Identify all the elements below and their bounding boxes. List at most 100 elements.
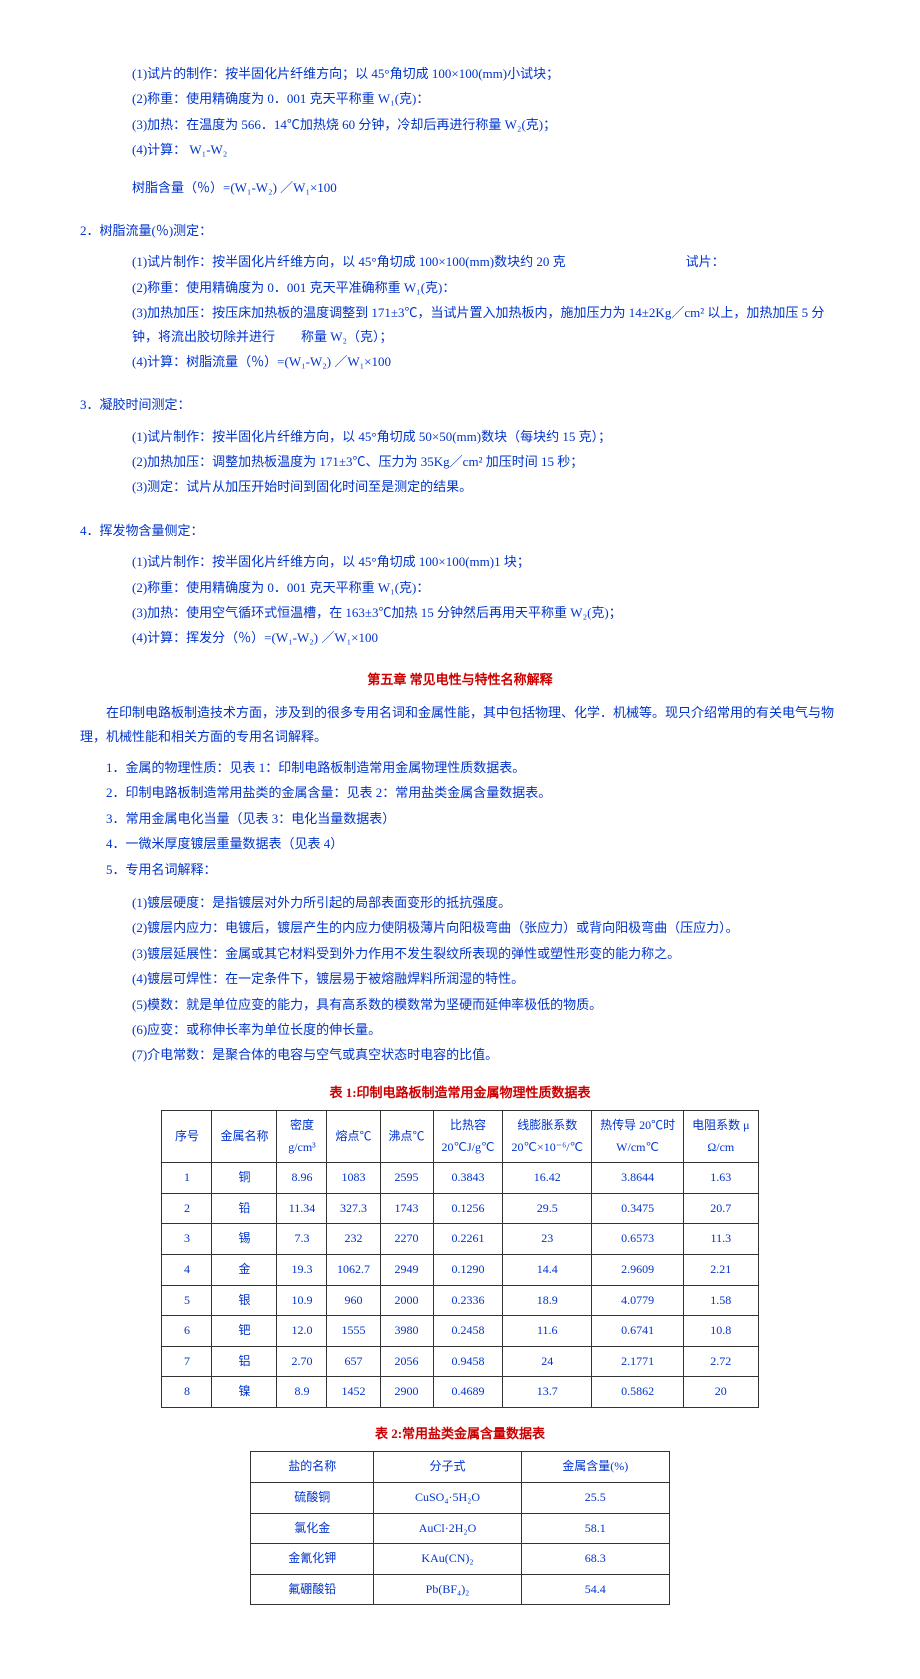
section-2-title: 2．树脂流量(％)测定：: [80, 219, 840, 242]
ch5-list-2: 2．印制电路板制造常用盐类的金属含量：见表 2：常用盐类金属含量数据表。: [106, 781, 840, 804]
table-1-row: 6钯12.0155539800.245811.60.674110.8: [162, 1316, 758, 1347]
table-1-cell: 11.34: [277, 1193, 327, 1224]
table-1-row: 5银10.996020000.233618.94.07791.58: [162, 1285, 758, 1316]
table-1-cell: 锡: [212, 1224, 277, 1255]
section-4-title: 4．挥发物含量侧定：: [80, 519, 840, 542]
table-1-cell: 金: [212, 1255, 277, 1286]
table-2-row: 氯化金AuCl·2H₂O58.1: [251, 1513, 670, 1544]
table-1-cell: 20.7: [684, 1193, 758, 1224]
table-2-cell: 氯化金: [251, 1513, 374, 1544]
s1-item-4: (4)计算： W₁-W₂: [132, 138, 840, 161]
table-1-cell: 0.3475: [592, 1193, 684, 1224]
table-1-cell: 1452: [327, 1377, 380, 1408]
table-1-cell: 2270: [380, 1224, 433, 1255]
table-1-cell: 2900: [380, 1377, 433, 1408]
table-1-cell: 2: [162, 1193, 212, 1224]
table-2-header-row: 盐的名称分子式金属含量(%): [251, 1452, 670, 1483]
s3-item-1: (1)试片制作：按半固化片纤维方向，以 45°角切成 50×50(mm)数块（每…: [132, 425, 840, 448]
ch5-def-5: (5)模数：就是单位应变的能力，具有高系数的模数常为坚硬而延伸率极低的物质。: [132, 993, 840, 1016]
s2-item-3: (3)加热加压：按压床加热板的温度调整到 171±3℃，当试片置入加热板内，施加…: [132, 301, 840, 348]
table-2-row: 氟硼酸铅Pb(BF₄)₂54.4: [251, 1574, 670, 1605]
table-1-cell: 0.1256: [433, 1193, 503, 1224]
table-1-cell: 1083: [327, 1163, 380, 1194]
table-1-row: 3锡7.323222700.2261230.657311.3: [162, 1224, 758, 1255]
s2-item-1a: (1)试片制作：按半固化片纤维方向，以 45°角切成 100×100(mm)数块…: [132, 254, 566, 269]
s2-item-4: (4)计算：树脂流量（％）=(W₁-W₂) ／W₁×100: [132, 350, 840, 373]
s4-item-2: (2)称重：使用精确度为 0．001 克天平称重 W₁(克)：: [132, 576, 840, 599]
table-1-row: 8镍8.9145229000.468913.70.586220: [162, 1377, 758, 1408]
table-header-cell: 金属名称: [212, 1111, 277, 1163]
table-2-cell: 54.4: [521, 1574, 669, 1605]
table-header-cell: 盐的名称: [251, 1452, 374, 1483]
table-header-cell: 分子式: [374, 1452, 521, 1483]
table-1-cell: 8.9: [277, 1377, 327, 1408]
ch5-def-3: (3)镀层延展性：金属或其它材料受到外力作用不发生裂纹所表现的弹性或塑性形变的能…: [132, 942, 840, 965]
ch5-list-1: 1．金属的物理性质：见表 1：印制电路板制造常用金属物理性质数据表。: [106, 756, 840, 779]
table-1-cell: 0.2458: [433, 1316, 503, 1347]
table-1-row: 4金19.31062.729490.129014.42.96092.21: [162, 1255, 758, 1286]
table-1-title: 表 1:印制电路板制造常用金属物理性质数据表: [80, 1081, 840, 1104]
table-1-cell: 2.72: [684, 1346, 758, 1377]
table-1-cell: 960: [327, 1285, 380, 1316]
table-header-cell: 序号: [162, 1111, 212, 1163]
ch5-list-4: 4．一微米厚度镀层重量数据表（见表 4）: [106, 832, 840, 855]
table-1-cell: 11.6: [503, 1316, 592, 1347]
chapter-5-intro: 在印制电路板制造技术方面，涉及到的很多专用名词和金属性能，其中包括物理、化学．机…: [80, 701, 840, 748]
table-1-cell: 0.6741: [592, 1316, 684, 1347]
table-1-cell: 1743: [380, 1193, 433, 1224]
table-1-header-row: 序号金属名称密度g/cm³熔点℃沸点℃比热容20℃J/g℃线膨胀系数20℃×10…: [162, 1111, 758, 1163]
table-2-cell: 氟硼酸铅: [251, 1574, 374, 1605]
table-1-cell: 2.1771: [592, 1346, 684, 1377]
table-1-cell: 7: [162, 1346, 212, 1377]
table-2-cell: 硫酸铜: [251, 1482, 374, 1513]
s4-item-1: (1)试片制作：按半固化片纤维方向，以 45°角切成 100×100(mm)1 …: [132, 550, 840, 573]
ch5-list-5: 5．专用名词解释：: [106, 858, 840, 881]
table-2-cell: 68.3: [521, 1544, 669, 1575]
table-1-cell: 3: [162, 1224, 212, 1255]
table-1: 序号金属名称密度g/cm³熔点℃沸点℃比热容20℃J/g℃线膨胀系数20℃×10…: [161, 1110, 758, 1408]
ch5-def-1: (1)镀层硬度：是指镀层对外力所引起的局部表面变形的抵抗强度。: [132, 891, 840, 914]
table-header-cell: 密度g/cm³: [277, 1111, 327, 1163]
table-1-cell: 19.3: [277, 1255, 327, 1286]
s3-item-3: (3)测定：试片从加压开始时间到固化时间至是测定的结果。: [132, 475, 840, 498]
table-1-cell: 2056: [380, 1346, 433, 1377]
table-1-cell: 4.0779: [592, 1285, 684, 1316]
table-1-cell: 23: [503, 1224, 592, 1255]
table-1-cell: 14.4: [503, 1255, 592, 1286]
s1-item-2: (2)称重：使用精确度为 0．001 克天平称重 W₁(克)：: [132, 87, 840, 110]
table-1-cell: 镍: [212, 1377, 277, 1408]
chapter-5-title: 第五章 常见电性与特性名称解释: [80, 668, 840, 691]
table-2-title: 表 2:常用盐类金属含量数据表: [80, 1422, 840, 1445]
table-header-cell: 比热容20℃J/g℃: [433, 1111, 503, 1163]
table-1-row: 7铝2.7065720560.9458242.17712.72: [162, 1346, 758, 1377]
table-2-cell: 25.5: [521, 1482, 669, 1513]
table-1-cell: 3.8644: [592, 1163, 684, 1194]
table-2-body: 硫酸铜CuSO₄·5H₂O25.5氯化金AuCl·2H₂O58.1金氰化钾KAu…: [251, 1482, 670, 1604]
table-1-cell: 18.9: [503, 1285, 592, 1316]
table-1-cell: 8.96: [277, 1163, 327, 1194]
ch5-def-7: (7)介电常数：是聚合体的电容与空气或真空状态时电容的比值。: [132, 1043, 840, 1066]
table-header-cell: 热传导 20℃时W/cm℃: [592, 1111, 684, 1163]
table-1-cell: 0.6573: [592, 1224, 684, 1255]
s2-item-2: (2)称重：使用精确度为 0．001 克天平准确称重 W₁(克)：: [132, 276, 840, 299]
table-1-cell: 0.1290: [433, 1255, 503, 1286]
s3-item-2: (2)加热加压：调整加热板温度为 171±3℃、压力为 35Kg／cm² 加压时…: [132, 450, 840, 473]
table-1-cell: 11.3: [684, 1224, 758, 1255]
table-2-cell: AuCl·2H₂O: [374, 1513, 521, 1544]
table-2-row: 硫酸铜CuSO₄·5H₂O25.5: [251, 1482, 670, 1513]
section-4-items: (1)试片制作：按半固化片纤维方向，以 45°角切成 100×100(mm)1 …: [80, 550, 840, 650]
section-1-items: (1)试片的制作：按半固化片纤维方向；以 45°角切成 100×100(mm)小…: [80, 62, 840, 199]
section-2-items: (1)试片制作：按半固化片纤维方向，以 45°角切成 100×100(mm)数块…: [80, 250, 840, 373]
table-1-cell: 4: [162, 1255, 212, 1286]
table-1-cell: 铝: [212, 1346, 277, 1377]
table-1-cell: 0.9458: [433, 1346, 503, 1377]
table-2-cell: CuSO₄·5H₂O: [374, 1482, 521, 1513]
table-2-cell: KAu(CN)₂: [374, 1544, 521, 1575]
table-1-cell: 铜: [212, 1163, 277, 1194]
table-2-row: 金氰化钾KAu(CN)₂68.3: [251, 1544, 670, 1575]
s1-formula: 树脂含量（％）=(W₁-W₂) ／W₁×100: [132, 176, 840, 199]
table-1-row: 2铅11.34327.317430.125629.50.347520.7: [162, 1193, 758, 1224]
table-1-cell: 232: [327, 1224, 380, 1255]
table-header-cell: 金属含量(%): [521, 1452, 669, 1483]
table-1-cell: 327.3: [327, 1193, 380, 1224]
